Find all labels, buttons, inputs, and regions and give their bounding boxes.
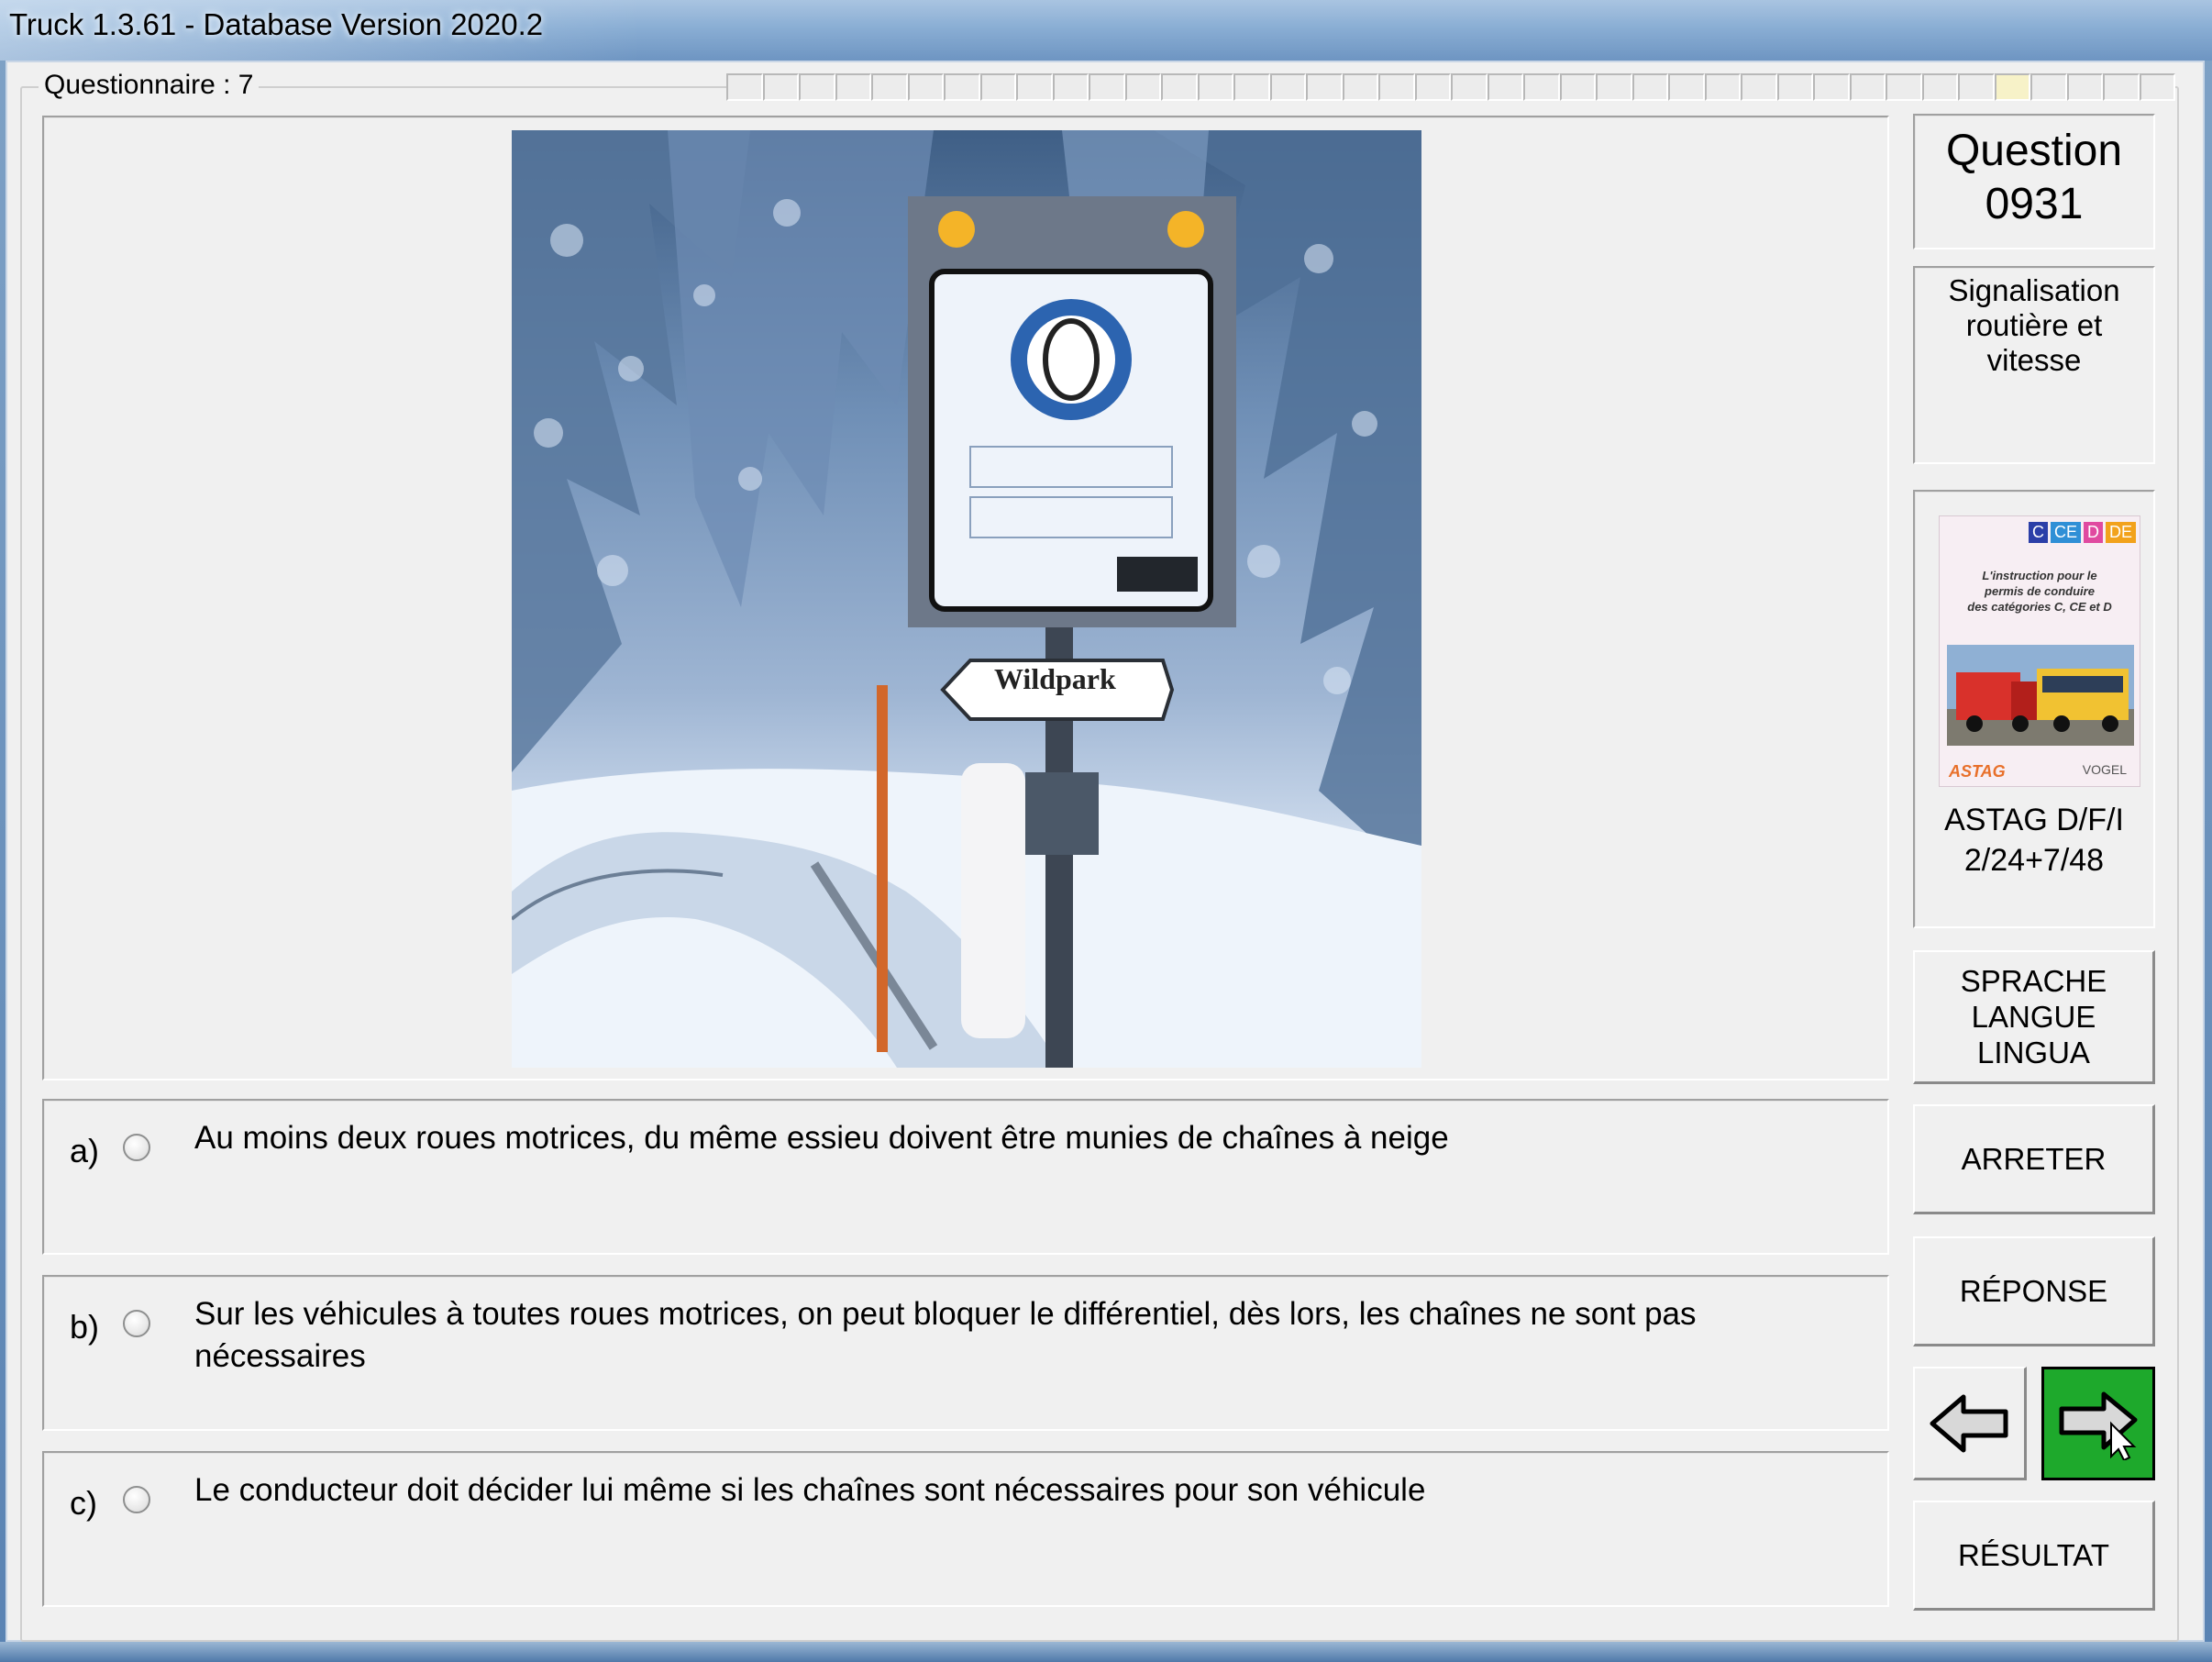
book-reference-box: C CE D DE L'instruction pour le permis d… [1913,490,2155,928]
wildpark-sign-text: Wildpark [994,662,1116,695]
progress-cell [799,73,835,101]
book-caption-line-1: ASTAG D/F/I [1944,803,2124,837]
badge-c: C [2028,522,2048,543]
answer-b-letter: b) [70,1308,100,1346]
progress-cell [871,73,908,101]
answer-c-panel[interactable]: c) Le conducteur doit décider lui même s… [42,1451,1889,1607]
progress-cell [762,73,799,101]
progress-cell [1849,73,1886,101]
language-label-fr: LANGUE [1971,1000,2096,1034]
progress-cell [1161,73,1198,101]
book-title: L'instruction pour le permis de conduire… [1940,568,2140,615]
progress-cell [979,73,1016,101]
progress-cell [1089,73,1125,101]
progress-cell [835,73,871,101]
answer-b-text: Sur les véhicules à toutes roues motrice… [194,1296,1697,1374]
question-number: 0931 [1985,180,2084,228]
book-cover: C CE D DE L'instruction pour le permis d… [1939,515,2140,787]
answer-a-panel[interactable]: a) Au moins deux roues motrices, du même… [42,1099,1889,1255]
progress-cell [1233,73,1270,101]
progress-cell [1124,73,1161,101]
answer-a-radio[interactable] [123,1134,150,1161]
answer-b-radio[interactable] [123,1310,150,1337]
answer-a-text: Au moins deux roues motrices, du même es… [194,1120,1449,1156]
arrow-right-icon [2059,1391,2138,1460]
stop-button[interactable]: ARRETER [1913,1104,2155,1214]
result-button[interactable]: RÉSULTAT [1913,1501,2155,1611]
truck-bus-illustration [1947,645,2134,746]
progress-cell [1451,73,1488,101]
language-label-de: SPRACHE [1960,964,2107,998]
progress-cell [1016,73,1053,101]
answer-button[interactable]: RÉPONSE [1913,1236,2155,1346]
badge-ce: CE [2050,522,2081,543]
category-line-2: routière et vitesse [1965,308,2103,377]
book-title-line-3: des catégories C, CE et D [1967,600,2112,614]
answer-a-letter: a) [70,1132,100,1169]
progress-cell [2030,73,2067,101]
answer-c-letter: c) [70,1484,97,1522]
window-title: Truck 1.3.61 - Database Version 2020.2 [9,7,544,41]
progress-cell [1704,73,1741,101]
progress-cell [1631,73,1668,101]
progress-cell [1269,73,1306,101]
answer-c-radio[interactable] [123,1486,150,1513]
badge-d: D [2083,522,2103,543]
book-title-line-1: L'instruction pour le [1982,569,2097,582]
question-category-box: Signalisation routière et vitesse [1913,266,2155,464]
arrow-left-icon [1930,1394,2007,1452]
progress-cell [1958,73,1995,101]
progress-cell [2103,73,2140,101]
progress-cell [1559,73,1596,101]
progress-cell [1487,73,1523,101]
question-heading: Question [1945,127,2123,175]
book-caption: ASTAG D/F/I 2/24+7/48 [1915,800,2153,881]
progress-cell [944,73,980,101]
progress-cell [2066,73,2103,101]
progress-cell [1921,73,1958,101]
progress-cell [2139,73,2175,101]
questionnaire-label: Questionnaire : 7 [39,70,260,101]
category-line-1: Signalisation [1948,273,2120,307]
progress-cell [1994,73,2030,101]
progress-cell [907,73,944,101]
progress-cell [1596,73,1632,101]
next-button[interactable] [2041,1367,2155,1480]
category-badges: C CE D DE [2028,522,2136,543]
taskbar-strip [0,1642,2212,1662]
answer-c-text: Le conducteur doit décider lui même si l… [194,1472,1426,1508]
questionnaire-progress [726,73,2175,101]
progress-cell [1414,73,1451,101]
progress-cell [1741,73,1777,101]
progress-cell [1668,73,1705,101]
progress-cell [1197,73,1233,101]
language-button[interactable]: SPRACHE LANGUE LINGUA [1913,950,2155,1084]
answer-b-panel[interactable]: b) Sur les véhicules à toutes roues motr… [42,1275,1889,1431]
progress-cell [1342,73,1378,101]
winter-road-photo [512,130,1421,1068]
language-label-it: LINGUA [1977,1036,2090,1069]
question-photo: Wildpark [512,130,1421,1068]
progress-cell [726,73,763,101]
question-number-box: Question 0931 [1913,114,2155,249]
progress-cell [1052,73,1089,101]
publisher-logo-right: VOGEL [2082,762,2127,777]
previous-button[interactable] [1913,1367,2027,1480]
progress-cell [1378,73,1415,101]
publisher-logo-left: ASTAG [1949,762,2006,781]
book-caption-line-2: 2/24+7/48 [1963,843,2105,878]
badge-de: DE [2105,522,2136,543]
progress-cell [1886,73,1922,101]
progress-cell [1523,73,1560,101]
book-title-line-2: permis de conduire [1985,584,2095,598]
progress-cell [1776,73,1813,101]
progress-cell [1306,73,1343,101]
progress-cell [1813,73,1850,101]
